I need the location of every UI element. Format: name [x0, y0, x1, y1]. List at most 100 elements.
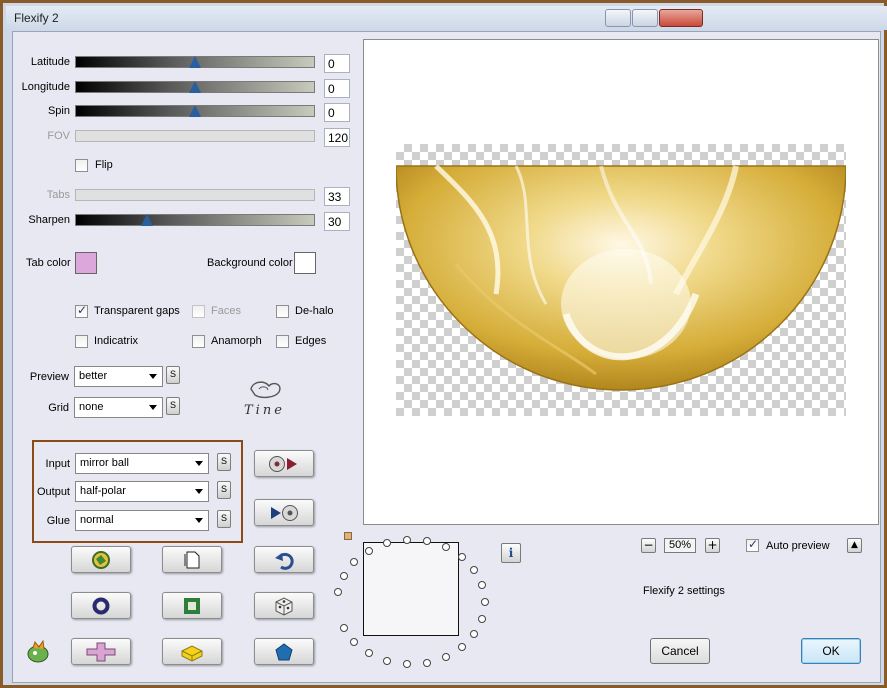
dialog-body: Latitude 0 Longitude 0 Spin 0 FOV 120 Fl…: [12, 31, 881, 683]
tabs-value[interactable]: 33: [324, 187, 350, 206]
sharpen-thumb[interactable]: [141, 214, 153, 226]
dice-button[interactable]: [254, 592, 314, 619]
maximize-button[interactable]: [632, 9, 658, 27]
cancel-button[interactable]: Cancel: [650, 638, 710, 664]
window-title: Flexify 2: [14, 11, 59, 25]
navigator-dot[interactable]: [350, 638, 358, 646]
spin-value[interactable]: 0: [324, 103, 350, 122]
grid-s-button[interactable]: S: [166, 397, 180, 415]
grid-select-value: none: [79, 401, 104, 413]
navigator-dot[interactable]: [442, 543, 450, 551]
navigator-dot[interactable]: [403, 536, 411, 544]
output-select[interactable]: half-polar: [75, 481, 209, 502]
auto-preview-checkbox[interactable]: [746, 537, 759, 552]
navigator-dot[interactable]: [403, 660, 411, 668]
anamorph-label: Anamorph: [211, 335, 262, 347]
longitude-thumb[interactable]: [189, 81, 201, 93]
zoom-out-button[interactable]: −: [641, 538, 656, 553]
navigator-dot[interactable]: [442, 653, 450, 661]
output-s-button[interactable]: S: [217, 481, 231, 499]
fov-slider[interactable]: [75, 130, 315, 142]
preview-select-value: better: [79, 370, 108, 382]
navigator-dot[interactable]: [458, 553, 466, 561]
navigator-dot[interactable]: [481, 598, 489, 606]
yellow-brick-button[interactable]: [162, 638, 222, 665]
background-color-swatch[interactable]: [294, 252, 316, 274]
pentagon-button[interactable]: [254, 638, 314, 665]
navigator-dot[interactable]: [350, 558, 358, 566]
navigator-dot[interactable]: [470, 630, 478, 638]
zoom-in-button[interactable]: +: [705, 538, 720, 553]
collapse-button[interactable]: ▲: [847, 538, 862, 553]
navigator-dot[interactable]: [383, 657, 391, 665]
preview-select[interactable]: better: [74, 366, 163, 387]
latitude-slider[interactable]: [75, 56, 315, 68]
navigator-dot[interactable]: [478, 615, 486, 623]
preview-s-button[interactable]: S: [166, 366, 180, 384]
zoom-level: 50%: [664, 538, 696, 553]
grid-label: Grid: [48, 402, 69, 414]
chevron-down-icon: [195, 461, 203, 466]
navigator-dot[interactable]: [340, 572, 348, 580]
navigator-dot[interactable]: [458, 643, 466, 651]
random-globe-button[interactable]: [71, 546, 131, 573]
fov-value[interactable]: 120: [324, 128, 350, 147]
navigator-handle[interactable]: [344, 532, 352, 540]
title-bar[interactable]: Flexify 2: [6, 6, 887, 30]
latitude-thumb[interactable]: [189, 56, 201, 68]
spin-slider[interactable]: [75, 105, 315, 117]
longitude-slider[interactable]: [75, 81, 315, 93]
edges-checkbox[interactable]: [276, 335, 289, 348]
cd-right-button[interactable]: [254, 450, 314, 477]
pink-cross-icon: [86, 642, 116, 661]
longitude-value[interactable]: 0: [324, 79, 350, 98]
tab-color-swatch[interactable]: [75, 252, 97, 274]
tabs-label: Tabs: [46, 189, 70, 201]
input-select[interactable]: mirror ball: [75, 453, 209, 474]
latitude-value[interactable]: 0: [324, 54, 350, 73]
navigator-dot[interactable]: [334, 588, 342, 596]
green-square-icon: [184, 597, 200, 614]
info-button[interactable]: i: [501, 543, 521, 563]
dialog-window: Flexify 2 Latitude 0 Longitude 0 Spin 0 …: [0, 0, 887, 688]
ok-button[interactable]: OK: [801, 638, 861, 664]
glue-s-button[interactable]: S: [217, 510, 231, 528]
cd-left-button[interactable]: [254, 499, 314, 526]
sharpen-value[interactable]: 30: [324, 212, 350, 231]
input-s-button[interactable]: S: [217, 453, 231, 471]
grid-select[interactable]: none: [74, 397, 163, 418]
faces-checkbox[interactable]: [192, 305, 205, 318]
new-page-button[interactable]: [162, 546, 222, 573]
minimize-button[interactable]: [605, 9, 631, 27]
navigator-dot[interactable]: [470, 566, 478, 574]
close-button[interactable]: [659, 9, 703, 27]
glue-select[interactable]: normal: [75, 510, 209, 531]
navigator-dot[interactable]: [423, 659, 431, 667]
output-label: Output: [36, 486, 70, 498]
sharpen-slider[interactable]: [75, 214, 315, 226]
pink-cross-button[interactable]: [71, 638, 131, 665]
de-halo-checkbox[interactable]: [276, 305, 289, 318]
navigator-dot[interactable]: [365, 649, 373, 657]
anamorph-checkbox[interactable]: [192, 335, 205, 348]
input-select-value: mirror ball: [80, 457, 129, 469]
navigator-dot[interactable]: [340, 624, 348, 632]
navigator-dot[interactable]: [365, 547, 373, 555]
tab-color-label: Tab color: [26, 257, 71, 269]
green-square-button[interactable]: [162, 592, 222, 619]
tabs-slider[interactable]: [75, 189, 315, 201]
preview-canvas[interactable]: [363, 39, 879, 525]
flip-checkbox[interactable]: [75, 159, 88, 172]
spin-thumb[interactable]: [189, 105, 201, 117]
navigator-box[interactable]: [363, 542, 459, 636]
indicatrix-checkbox[interactable]: [75, 335, 88, 348]
ring-button[interactable]: [71, 592, 131, 619]
transparent-gaps-checkbox[interactable]: [75, 303, 88, 318]
globe-icon: [92, 550, 110, 569]
undo-button[interactable]: [254, 546, 314, 573]
navigator-dot[interactable]: [383, 539, 391, 547]
undo-icon: [275, 552, 294, 570]
navigator-dot[interactable]: [423, 537, 431, 545]
navigator-dot[interactable]: [478, 581, 486, 589]
transparent-gaps-label: Transparent gaps: [94, 305, 180, 317]
